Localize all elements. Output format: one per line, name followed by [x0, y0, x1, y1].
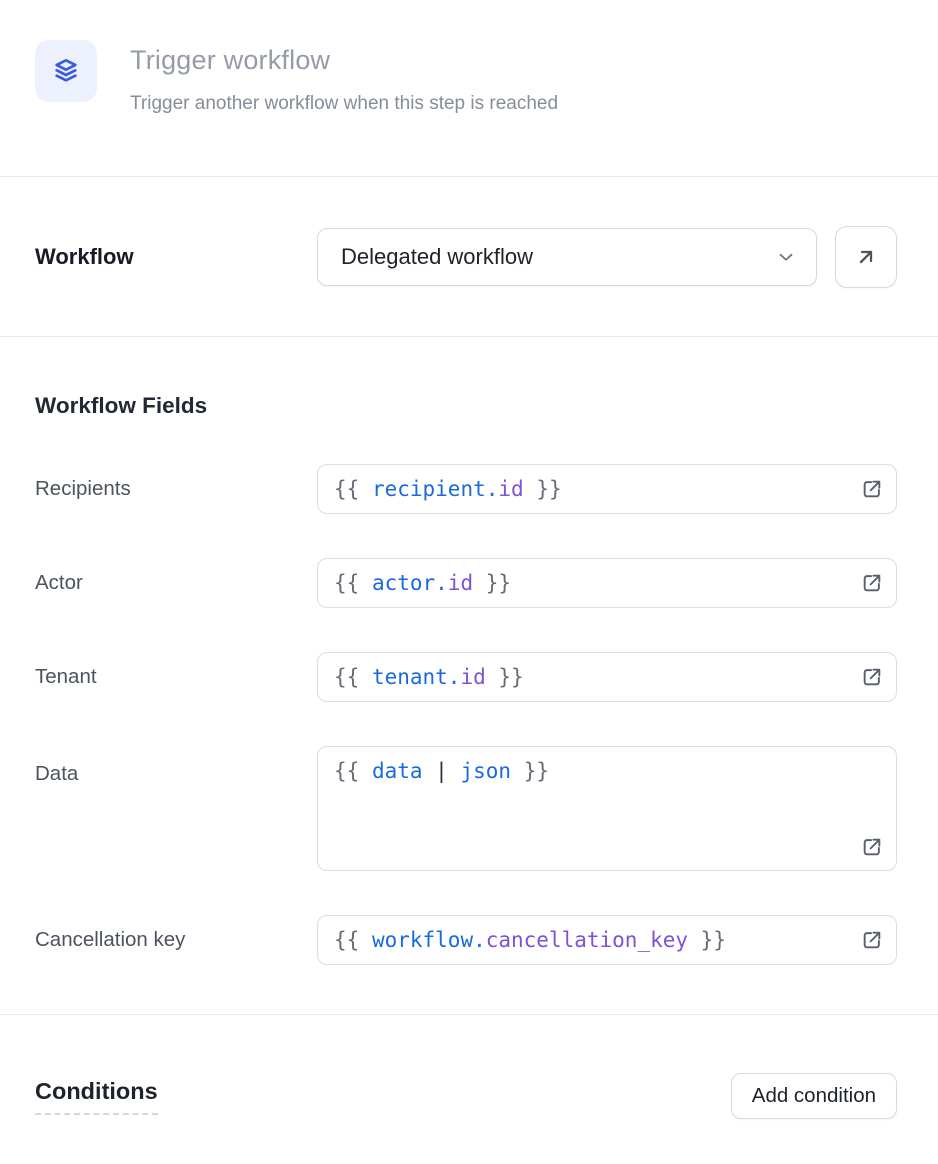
workflow-select-value: Delegated workflow: [341, 244, 533, 270]
field-label: Tenant: [35, 665, 317, 689]
field-label: Actor: [35, 571, 317, 595]
template-expression: {{ workflow.cancellation_key }}: [334, 928, 726, 952]
template-editor-input[interactable]: {{ data | json }}: [317, 746, 897, 871]
trigger-workflow-panel: Trigger workflow Trigger another workflo…: [0, 0, 938, 1164]
template-editor-input[interactable]: {{ actor.id }}: [317, 558, 897, 608]
template-editor-input[interactable]: {{ recipient.id }}: [317, 464, 897, 514]
panel-header: Trigger workflow Trigger another workflo…: [0, 0, 938, 177]
external-link-icon[interactable]: [861, 478, 883, 500]
template-editor-input[interactable]: {{ tenant.id }}: [317, 652, 897, 702]
step-title-input[interactable]: Trigger workflow: [130, 45, 558, 76]
external-link-icon[interactable]: [861, 666, 883, 688]
workflow-field-row: Actor {{ actor.id }}: [35, 558, 897, 608]
add-condition-button[interactable]: Add condition: [731, 1073, 897, 1119]
header-text: Trigger workflow Trigger another workflo…: [130, 40, 558, 115]
layers-icon: [50, 55, 82, 87]
conditions-section: Conditions Add condition: [0, 1015, 938, 1119]
conditions-heading: Conditions: [35, 1078, 158, 1115]
external-link-icon[interactable]: [861, 929, 883, 951]
workflow-field-row: Recipients {{ recipient.id }}: [35, 464, 897, 514]
workflow-field-row: Tenant {{ tenant.id }}: [35, 652, 897, 702]
field-label: Data: [35, 746, 317, 786]
workflow-fields-heading: Workflow Fields: [35, 393, 897, 419]
external-link-icon[interactable]: [861, 572, 883, 594]
step-subtitle: Trigger another workflow when this step …: [130, 93, 558, 115]
field-label: Cancellation key: [35, 928, 317, 952]
workflow-selector-row: Workflow Delegated workflow: [0, 177, 938, 337]
open-workflow-button[interactable]: [835, 226, 897, 288]
workflow-field-row: Data {{ data | json }}: [35, 746, 897, 871]
template-expression: {{ tenant.id }}: [334, 665, 524, 689]
workflow-fields-section: Workflow Fields Recipients {{ recipient.…: [0, 337, 938, 1015]
field-label: Recipients: [35, 477, 317, 501]
workflow-select[interactable]: Delegated workflow: [317, 228, 817, 286]
workflow-field-row: Cancellation key {{ workflow.cancellatio…: [35, 915, 897, 965]
template-expression: {{ data | json }}: [334, 759, 549, 783]
template-editor-input[interactable]: {{ workflow.cancellation_key }}: [317, 915, 897, 965]
chevron-down-icon: [775, 246, 797, 268]
external-link-icon[interactable]: [861, 836, 883, 858]
arrow-up-right-icon: [854, 245, 878, 269]
template-expression: {{ recipient.id }}: [334, 477, 562, 501]
workflow-fields-list: Recipients {{ recipient.id }} Actor {{ a…: [35, 464, 897, 965]
workflow-label: Workflow: [35, 244, 317, 270]
template-expression: {{ actor.id }}: [334, 571, 511, 595]
step-icon-box: [35, 40, 97, 102]
